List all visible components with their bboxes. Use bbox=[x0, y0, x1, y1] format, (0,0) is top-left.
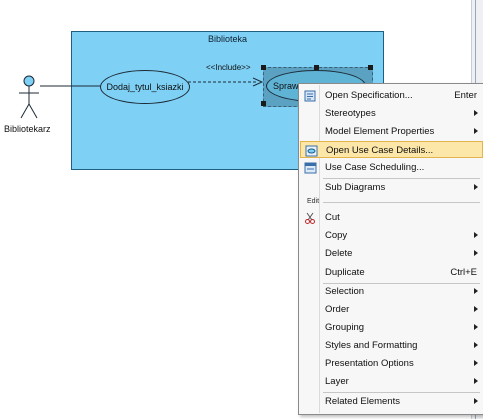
submenu-arrow-icon bbox=[474, 288, 478, 294]
use-case-selected-label: Spraw bbox=[273, 81, 299, 91]
scheduling-icon bbox=[303, 161, 317, 174]
submenu-arrow-icon bbox=[474, 110, 478, 116]
section-edit-label: Edit bbox=[307, 198, 320, 205]
submenu-arrow-icon bbox=[474, 398, 478, 404]
menu-stereotypes[interactable]: Stereotypes bbox=[300, 105, 483, 122]
submenu-arrow-icon bbox=[474, 342, 478, 348]
scissors-icon bbox=[303, 211, 317, 224]
menu-selection[interactable]: Selection bbox=[300, 283, 483, 300]
submenu-arrow-icon bbox=[474, 232, 478, 238]
resize-handle-ne[interactable] bbox=[368, 65, 373, 70]
system-title: Biblioteka bbox=[207, 34, 248, 44]
submenu-arrow-icon bbox=[474, 324, 478, 330]
resize-handle-nw[interactable] bbox=[261, 65, 266, 70]
submenu-arrow-icon bbox=[474, 306, 478, 312]
submenu-arrow-icon bbox=[474, 184, 478, 190]
menu-delete[interactable]: Delete bbox=[300, 245, 483, 262]
use-case-dodaj-tytul[interactable]: Dodaj_tytul_ksiazki bbox=[100, 70, 190, 104]
menu-duplicate[interactable]: Duplicate Ctrl+E bbox=[300, 264, 483, 281]
submenu-arrow-icon bbox=[474, 378, 478, 384]
menu-open-use-case-details[interactable]: Open Use Case Details... bbox=[300, 141, 483, 158]
submenu-arrow-icon bbox=[474, 360, 478, 366]
menu-model-element-properties[interactable]: Model Element Properties bbox=[300, 123, 483, 140]
submenu-arrow-icon bbox=[474, 250, 478, 256]
menu-open-specification[interactable]: Open Specification... Enter bbox=[300, 87, 483, 104]
use-case-details-icon bbox=[304, 144, 318, 157]
submenu-arrow-icon bbox=[474, 128, 478, 134]
menu-order[interactable]: Order bbox=[300, 301, 483, 318]
menu-presentation-options[interactable]: Presentation Options bbox=[300, 355, 483, 372]
menu-copy[interactable]: Copy bbox=[300, 227, 483, 244]
resize-handle-sw[interactable] bbox=[261, 101, 266, 106]
resize-handle-n[interactable] bbox=[314, 65, 319, 70]
actor-label: Bibliotekarz bbox=[4, 124, 51, 134]
menu-related-elements[interactable]: Related Elements bbox=[300, 393, 483, 410]
include-label: <<Include>> bbox=[206, 63, 251, 72]
menu-layer[interactable]: Layer bbox=[300, 373, 483, 390]
menu-cut[interactable]: Cut bbox=[300, 209, 483, 226]
menu-grouping[interactable]: Grouping bbox=[300, 319, 483, 336]
specification-icon bbox=[303, 89, 317, 102]
menu-use-case-scheduling[interactable]: Use Case Scheduling... bbox=[300, 159, 483, 176]
actor-figure[interactable] bbox=[12, 74, 48, 124]
context-menu: Open Specification... Enter Stereotypes … bbox=[298, 83, 483, 415]
menu-styles-and-formatting[interactable]: Styles and Formatting bbox=[300, 337, 483, 354]
menu-sub-diagrams[interactable]: Sub Diagrams bbox=[300, 179, 483, 196]
